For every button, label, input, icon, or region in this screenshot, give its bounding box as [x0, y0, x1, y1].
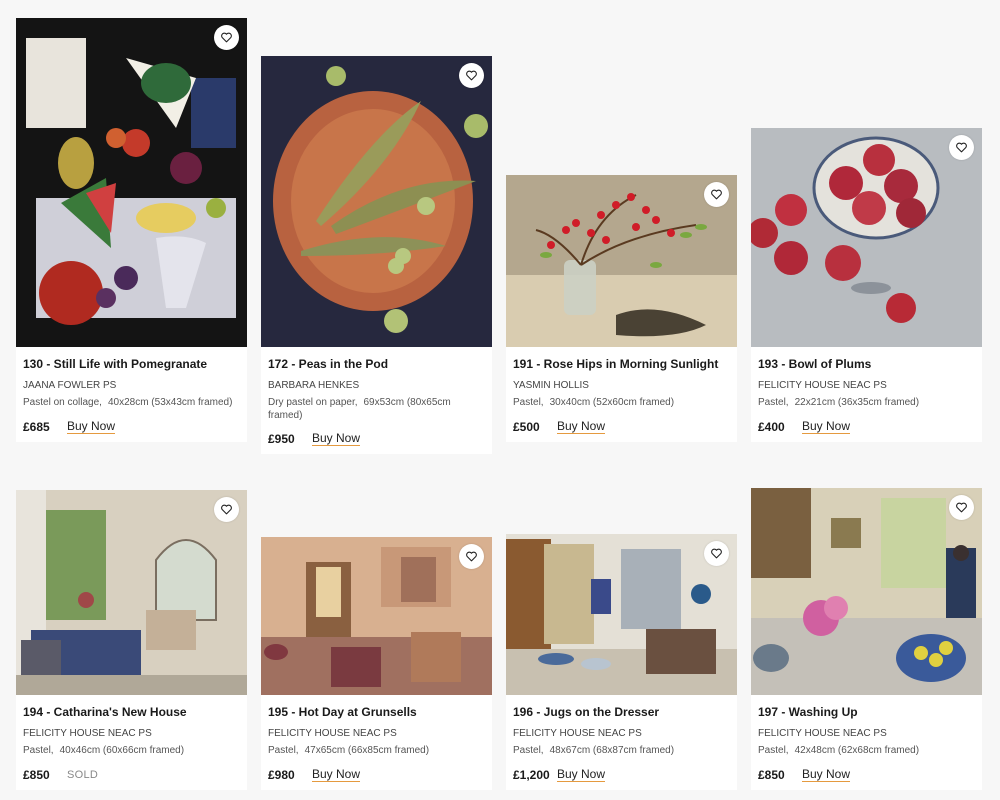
medium-text: Pastel on collage, — [23, 397, 102, 408]
artwork-title[interactable]: 172 - Peas in the Pod — [268, 357, 485, 371]
rose-hips-image — [506, 175, 737, 347]
jugs-on-the-dresser-image — [506, 534, 737, 695]
favorite-button[interactable] — [949, 135, 974, 160]
heart-outline-icon — [956, 502, 967, 513]
artwork-title[interactable]: 195 - Hot Day at Grunsells — [268, 705, 485, 719]
buy-now-link[interactable]: Buy Now — [67, 419, 116, 434]
artwork-image[interactable] — [751, 128, 982, 347]
artwork-image[interactable] — [506, 175, 737, 347]
artwork-medium: Pastel, 40x46cm (60x66cm framed) — [23, 745, 240, 758]
favorite-button[interactable] — [459, 544, 484, 569]
heart-outline-icon — [221, 504, 232, 515]
artwork-title[interactable]: 194 - Catharina's New House — [23, 705, 240, 719]
peas-in-pod-image — [261, 56, 492, 347]
dimensions-text: 40x28cm (53x43cm framed) — [107, 397, 233, 408]
dimensions-text: 22x21cm (36x35cm framed) — [794, 397, 920, 408]
artwork-card: 130 - Still Life with Pomegranate JAANA … — [16, 18, 247, 442]
artwork-medium: Pastel, 42x48cm (62x68cm framed) — [758, 745, 975, 758]
artwork-title[interactable]: 196 - Jugs on the Dresser — [513, 705, 730, 719]
buy-now-link[interactable]: Buy Now — [312, 767, 361, 782]
artwork-card: 194 - Catharina's New House FELICITY HOU… — [16, 490, 247, 790]
artwork-image[interactable] — [261, 537, 492, 695]
artwork-card: 172 - Peas in the Pod BARBARA HENKES Dry… — [261, 56, 492, 454]
artist-name: FELICITY HOUSE NEAC PS — [758, 728, 887, 739]
washing-up-image — [751, 488, 982, 695]
dimensions-text: 48x67cm (68x87cm framed) — [549, 745, 675, 756]
price: £685 — [23, 419, 50, 434]
favorite-button[interactable] — [704, 541, 729, 566]
artwork-image[interactable] — [16, 490, 247, 695]
artwork-card: 191 - Rose Hips in Morning Sunlight YASM… — [506, 175, 737, 442]
heart-outline-icon — [711, 548, 722, 559]
buy-now-link[interactable]: Buy Now — [312, 432, 361, 446]
artwork-image[interactable] — [261, 56, 492, 347]
dimensions-text: 30x40cm (52x60cm framed) — [549, 397, 675, 408]
heart-outline-icon — [221, 32, 232, 43]
artwork-card: 195 - Hot Day at Grunsells FELICITY HOUS… — [261, 537, 492, 790]
heart-outline-icon — [466, 551, 477, 562]
buy-now-link[interactable]: Buy Now — [557, 419, 606, 434]
artwork-title[interactable]: 130 - Still Life with Pomegranate — [23, 357, 240, 371]
artwork-medium: Pastel, 30x40cm (52x60cm framed) — [513, 397, 730, 410]
dimensions-text: 40x46cm (60x66cm framed) — [59, 745, 185, 756]
artwork-card: 196 - Jugs on the Dresser FELICITY HOUSE… — [506, 534, 737, 790]
artwork-image[interactable] — [506, 534, 737, 695]
artwork-medium: Pastel, 48x67cm (68x87cm framed) — [513, 745, 730, 758]
artist-name: FELICITY HOUSE NEAC PS — [268, 728, 397, 739]
artwork-image[interactable] — [751, 488, 982, 695]
artist-name: FELICITY HOUSE NEAC PS — [23, 728, 152, 739]
favorite-button[interactable] — [949, 495, 974, 520]
artist-name: FELICITY HOUSE NEAC PS — [513, 728, 642, 739]
artist-name: BARBARA HENKES — [268, 380, 360, 391]
heart-outline-icon — [956, 142, 967, 153]
buy-now-link[interactable]: Buy Now — [557, 767, 606, 782]
price: £850 — [23, 767, 50, 782]
artwork-medium: Pastel, 47x65cm (66x85cm framed) — [268, 745, 485, 758]
price: £950 — [268, 432, 295, 446]
medium-text: Pastel, — [758, 745, 789, 756]
catharinas-new-house-image — [16, 490, 247, 695]
artwork-card: 193 - Bowl of Plums FELICITY HOUSE NEAC … — [751, 128, 982, 442]
favorite-button[interactable] — [704, 182, 729, 207]
hot-day-at-grunsells-image — [261, 537, 492, 695]
price: £400 — [758, 419, 785, 434]
artist-name: YASMIN HOLLIS — [513, 380, 589, 391]
sold-label: SOLD — [67, 768, 99, 781]
bowl-of-plums-image — [751, 128, 982, 347]
medium-text: Pastel, — [758, 397, 789, 408]
artist-name: FELICITY HOUSE NEAC PS — [758, 380, 887, 391]
artwork-medium: Pastel on collage, 40x28cm (53x43cm frame… — [23, 397, 240, 410]
favorite-button[interactable] — [214, 497, 239, 522]
medium-text: Pastel, — [513, 397, 544, 408]
artwork-card: 197 - Washing Up FELICITY HOUSE NEAC PS … — [751, 488, 982, 790]
price: £500 — [513, 419, 540, 434]
price: £980 — [268, 767, 295, 782]
artist-name: JAANA FOWLER PS — [23, 380, 117, 391]
artwork-title[interactable]: 193 - Bowl of Plums — [758, 357, 975, 371]
medium-text: Pastel, — [23, 745, 54, 756]
artwork-medium: Pastel, 22x21cm (36x35cm framed) — [758, 397, 975, 410]
price: £1,200 — [513, 767, 550, 782]
artwork-title[interactable]: 191 - Rose Hips in Morning Sunlight — [513, 357, 730, 371]
artwork-title[interactable]: 197 - Washing Up — [758, 705, 975, 719]
dimensions-text: 42x48cm (62x68cm framed) — [794, 745, 920, 756]
buy-now-link[interactable]: Buy Now — [802, 419, 851, 434]
heart-outline-icon — [711, 189, 722, 200]
medium-text: Dry pastel on paper, — [268, 397, 358, 408]
favorite-button[interactable] — [214, 25, 239, 50]
dimensions-text: 47x65cm (66x85cm framed) — [304, 745, 430, 756]
artwork-medium: Dry pastel on paper, 69x53cm (80x65cm fra… — [268, 397, 485, 422]
heart-outline-icon — [466, 70, 477, 81]
price: £850 — [758, 767, 785, 782]
favorite-button[interactable] — [459, 63, 484, 88]
medium-text: Pastel, — [513, 745, 544, 756]
still-life-pomegranate-image — [16, 18, 247, 347]
buy-now-link[interactable]: Buy Now — [802, 767, 851, 782]
artwork-image[interactable] — [16, 18, 247, 347]
medium-text: Pastel, — [268, 745, 299, 756]
